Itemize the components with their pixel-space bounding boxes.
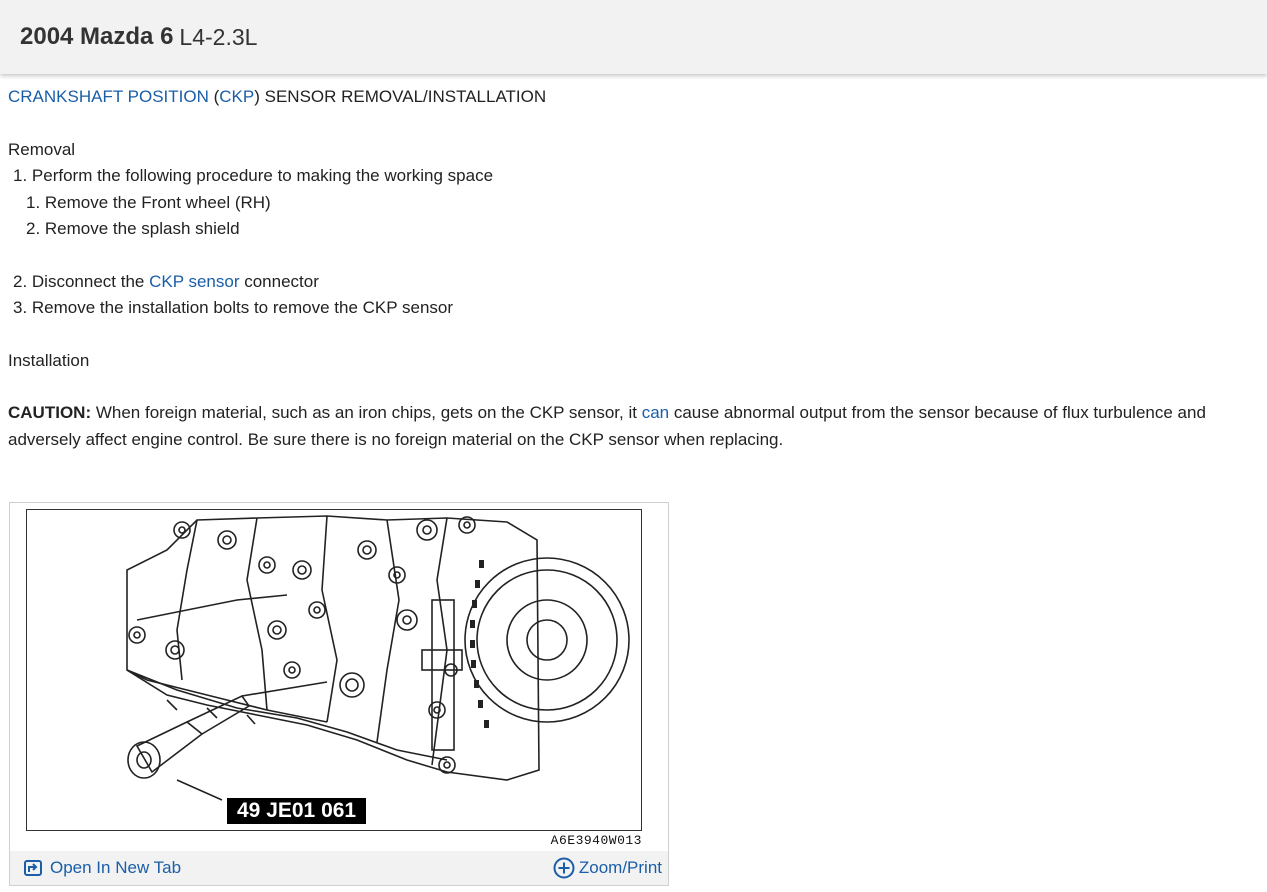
- tool-callout-label: 49 JE01 061: [227, 798, 367, 824]
- removal-step-2: 2. Disconnect the CKP sensor connector: [8, 269, 1257, 296]
- figure-panel: 49 JE01 061 A6E3940W013 Open In New Tab …: [9, 502, 669, 886]
- caution-paragraph: CAUTION: When foreign material, such as …: [8, 400, 1257, 453]
- engine-diagram: 49 JE01 061: [26, 509, 642, 831]
- page-header: 2004 Mazda 6 L4-2.3L: [0, 0, 1267, 74]
- installation-heading: Installation: [8, 350, 90, 370]
- engine-illustration: [126, 515, 630, 801]
- engine-label: L4-2.3L: [179, 23, 258, 50]
- title-paren: (: [208, 87, 220, 106]
- removal-substep-2: 2. Remove the splash shield: [26, 219, 240, 238]
- open-in-new-tab-button[interactable]: Open In New Tab: [24, 858, 181, 878]
- figure-code: A6E3940W013: [550, 833, 642, 848]
- open-external-icon: [24, 860, 42, 876]
- removal-step-1: 1. Perform the following procedure to ma…: [13, 166, 494, 185]
- ckp-sensor-link[interactable]: CKP sensor: [149, 272, 239, 291]
- vehicle-title: 2004 Mazda 6: [20, 23, 174, 50]
- zoom-print-button[interactable]: Zoom/Print: [553, 857, 662, 879]
- figure-toolbar: Open In New Tab Zoom/Print: [10, 851, 668, 885]
- zoom-print-label: Zoom/Print: [578, 858, 662, 877]
- title-link-ckp[interactable]: CKP: [219, 87, 254, 106]
- caution-can-link[interactable]: can: [642, 403, 669, 422]
- title-rest: ) SENSOR REMOVAL/INSTALLATION: [254, 87, 547, 106]
- procedure-title: CRANKSHAFT POSITION (CKP) SENSOR REMOVAL…: [8, 84, 1257, 111]
- plus-circle-icon: [553, 857, 575, 879]
- title-link-crankshaft[interactable]: CRANKSHAFT POSITION: [8, 87, 209, 106]
- removal-substep-1: 1. Remove the Front wheel (RH): [26, 192, 271, 212]
- open-in-new-tab-label: Open In New Tab: [50, 858, 182, 877]
- caution-text: When foreign material, such as an iron c…: [91, 403, 642, 422]
- step2-text-end: connector: [239, 271, 319, 291]
- caution-label: CAUTION:: [8, 403, 92, 422]
- removal-heading: Removal: [8, 139, 76, 159]
- document-body: CRANKSHAFT POSITION (CKP) SENSOR REMOVAL…: [8, 84, 1257, 453]
- step2-text: 2. Disconnect the: [13, 271, 150, 291]
- removal-step-3: 3. Remove the installation bolts to remo…: [13, 298, 454, 317]
